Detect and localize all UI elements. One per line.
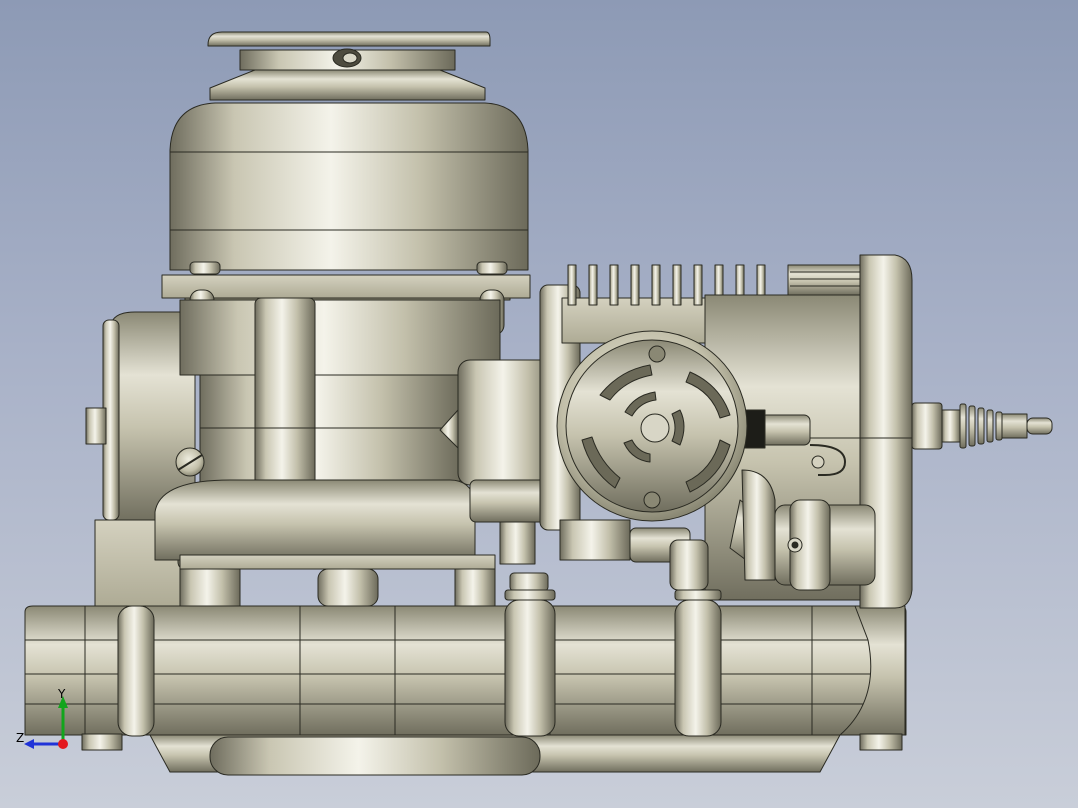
- triad-z-label: Z: [16, 731, 25, 745]
- recoil-starter-drum: [169, 31, 529, 271]
- triad-y-label: Y: [58, 687, 66, 701]
- center-column: [154, 297, 501, 607]
- engine-3d-model[interactable]: [0, 0, 1078, 808]
- triad-x-axis: [58, 739, 68, 749]
- spark-plug: [911, 402, 1053, 450]
- flywheel: [556, 330, 748, 522]
- crankcase: [24, 599, 907, 776]
- graphics-viewport[interactable]: Y Z: [0, 0, 1078, 808]
- fuel-fitting: [744, 409, 811, 449]
- triad-z-arrow: [24, 739, 34, 749]
- orientation-triad: Y Z: [14, 686, 74, 756]
